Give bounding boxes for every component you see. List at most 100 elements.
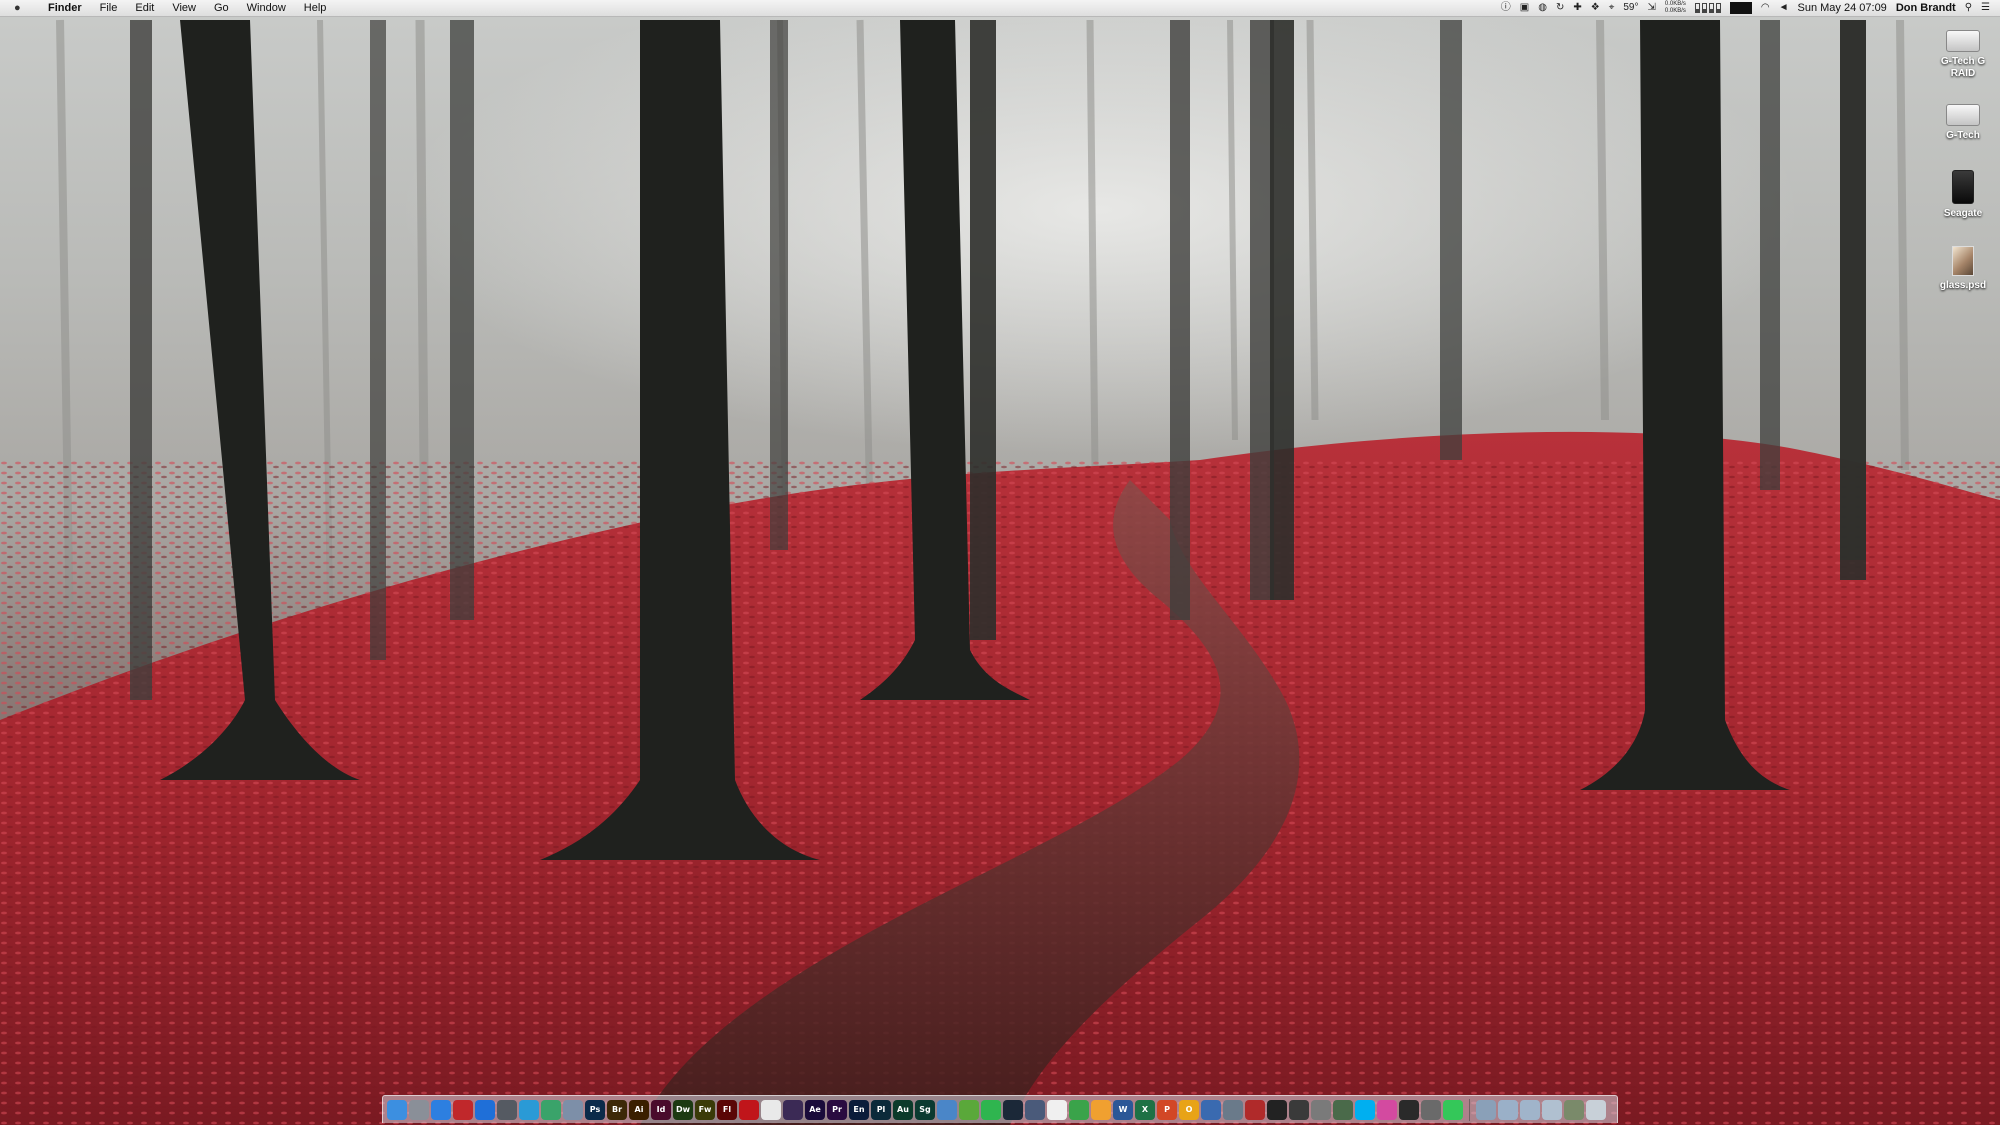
crosshair-icon[interactable]: ⌖ (1609, 0, 1615, 16)
volume-icon[interactable]: ◄ (1779, 0, 1789, 16)
image-capture-icon[interactable] (1223, 1099, 1243, 1120)
notification-center-icon[interactable]: ☰ (1981, 0, 1990, 16)
word-icon[interactable]: W (1113, 1099, 1133, 1120)
desktop-wallpaper (0, 0, 2000, 1125)
premiere-icon[interactable]: Pr (827, 1099, 847, 1120)
evernote-icon[interactable] (981, 1099, 1001, 1120)
dropbox-icon[interactable]: ❖ (1591, 0, 1600, 16)
network-utility-icon[interactable] (1025, 1099, 1045, 1120)
mail-icon[interactable] (453, 1099, 473, 1120)
memory-meter-icon (1701, 3, 1707, 13)
network-speed[interactable]: 0.0KB/s 0.0KB/s (1665, 1, 1686, 15)
apple-menu-icon[interactable]: ● (14, 2, 30, 14)
acrobat-reader-icon[interactable] (761, 1099, 781, 1120)
chess-icon[interactable] (1333, 1099, 1353, 1120)
desktop-icon-gtech-g-raid[interactable]: G-Tech G RAID (1928, 30, 1998, 80)
desktop-icon-label: glass.psd (1939, 280, 1987, 291)
prelude-icon[interactable]: Pl (871, 1099, 891, 1120)
skype-icon[interactable] (1355, 1099, 1375, 1120)
app-menu-finder[interactable]: Finder (44, 0, 91, 16)
wifi-icon[interactable]: ◠ (1761, 0, 1770, 16)
battery-meter-icon (1715, 3, 1721, 13)
illustrator-icon[interactable]: Ai (629, 1099, 649, 1120)
powerpoint-icon[interactable]: P (1157, 1099, 1177, 1120)
finder-window-icon[interactable] (563, 1099, 583, 1120)
activity-monitor-icon[interactable] (497, 1099, 517, 1120)
desktop-icon-label: Seagate (1943, 208, 1983, 219)
outlook-icon[interactable]: O (1179, 1099, 1199, 1120)
encore-icon[interactable]: En (849, 1099, 869, 1120)
preview-icon[interactable] (519, 1099, 539, 1120)
trash-icon[interactable] (1586, 1099, 1606, 1120)
documents-stack-icon[interactable] (1498, 1099, 1518, 1120)
pin-icon[interactable]: ✚ (1573, 0, 1581, 16)
psd-file-icon (1952, 246, 1974, 276)
dreamweaver-icon[interactable]: Dw (673, 1099, 693, 1120)
temperature-readout[interactable]: 59° (1623, 0, 1638, 16)
desktop-icon-seagate[interactable]: Seagate (1928, 170, 1998, 220)
menu-edit[interactable]: Edit (126, 0, 163, 16)
external-drive-icon (1946, 104, 1980, 126)
camera-icon[interactable]: ▣ (1520, 0, 1529, 16)
spotlight-search-icon[interactable]: ⚲ (1965, 0, 1972, 16)
menu-clock[interactable]: Sun May 24 07:09 (1798, 2, 1887, 14)
photoshop-icon[interactable]: Ps (585, 1099, 605, 1120)
calculator-icon[interactable] (1289, 1099, 1309, 1120)
acrobat-icon[interactable] (739, 1099, 759, 1120)
applications-stack-icon[interactable] (1476, 1099, 1496, 1120)
screenshot-stack-icon[interactable] (1542, 1099, 1562, 1120)
indesign-icon[interactable]: Id (651, 1099, 671, 1120)
leaf-app-icon[interactable] (959, 1099, 979, 1120)
resize-icon: ⇲ (1647, 2, 1656, 13)
messages-icon[interactable] (1443, 1099, 1463, 1120)
disk-utility-icon[interactable] (1311, 1099, 1331, 1120)
numbers-icon[interactable] (1069, 1099, 1089, 1120)
dock: Ps Br Ai Id Dw Fw Fl Ae Pr En Pl Au Sg W X P O (382, 1095, 1618, 1123)
photo-booth-icon[interactable] (1245, 1099, 1265, 1120)
photo-stack-icon[interactable] (1564, 1099, 1584, 1120)
fireworks-icon[interactable]: Fw (695, 1099, 715, 1120)
menu-go[interactable]: Go (205, 0, 238, 16)
terminal-icon[interactable] (1267, 1099, 1287, 1120)
steam-icon[interactable] (1003, 1099, 1023, 1120)
sync-icon[interactable]: ↻ (1556, 0, 1564, 16)
dock-separator (1469, 1098, 1470, 1121)
display-icon[interactable] (1729, 2, 1752, 14)
flash-icon[interactable]: Fl (717, 1099, 737, 1120)
keynote-icon[interactable] (937, 1099, 957, 1120)
downloads-stack-icon[interactable] (1520, 1099, 1540, 1120)
text-edit-icon[interactable] (1047, 1099, 1067, 1120)
bridge-icon[interactable]: Br (607, 1099, 627, 1120)
system-preferences-icon[interactable] (409, 1099, 429, 1120)
globe-icon[interactable]: ◍ (1538, 0, 1547, 16)
excel-icon[interactable]: X (1135, 1099, 1155, 1120)
menu-view[interactable]: View (163, 0, 205, 16)
desktop-icon-gtech[interactable]: G-Tech (1928, 104, 1998, 142)
media-encoder-icon[interactable] (783, 1099, 803, 1120)
app-store-icon[interactable] (475, 1099, 495, 1120)
font-book-icon[interactable] (1421, 1099, 1441, 1120)
menu-file[interactable]: File (91, 0, 127, 16)
itunes-icon[interactable] (1377, 1099, 1397, 1120)
maps-icon[interactable] (541, 1099, 561, 1120)
menu-help[interactable]: Help (295, 0, 336, 16)
safari-icon[interactable] (431, 1099, 451, 1120)
external-drive-icon (1952, 170, 1974, 204)
system-meters[interactable] (1694, 3, 1721, 13)
info-icon[interactable]: ⓘ (1501, 0, 1511, 16)
pages-icon[interactable] (1091, 1099, 1111, 1120)
network-upload-speed: 0.0KB/s (1664, 1, 1686, 7)
menu-window[interactable]: Window (238, 0, 295, 16)
dvd-player-icon[interactable] (1399, 1099, 1419, 1120)
disk-meter-icon (1708, 3, 1714, 13)
user-account-menu[interactable]: Don Brandt (1896, 2, 1956, 14)
finder-icon[interactable] (387, 1099, 407, 1120)
audition-icon[interactable]: Au (893, 1099, 913, 1120)
vpn-icon[interactable] (1201, 1099, 1221, 1120)
cpu-meter-icon (1694, 3, 1700, 13)
network-download-speed: 0.0KB/s (1664, 8, 1686, 14)
speedgrade-icon[interactable]: Sg (915, 1099, 935, 1120)
after-effects-icon[interactable]: Ae (805, 1099, 825, 1120)
desktop-icon-glass-psd[interactable]: glass.psd (1928, 246, 1998, 292)
external-drive-icon (1946, 30, 1980, 52)
